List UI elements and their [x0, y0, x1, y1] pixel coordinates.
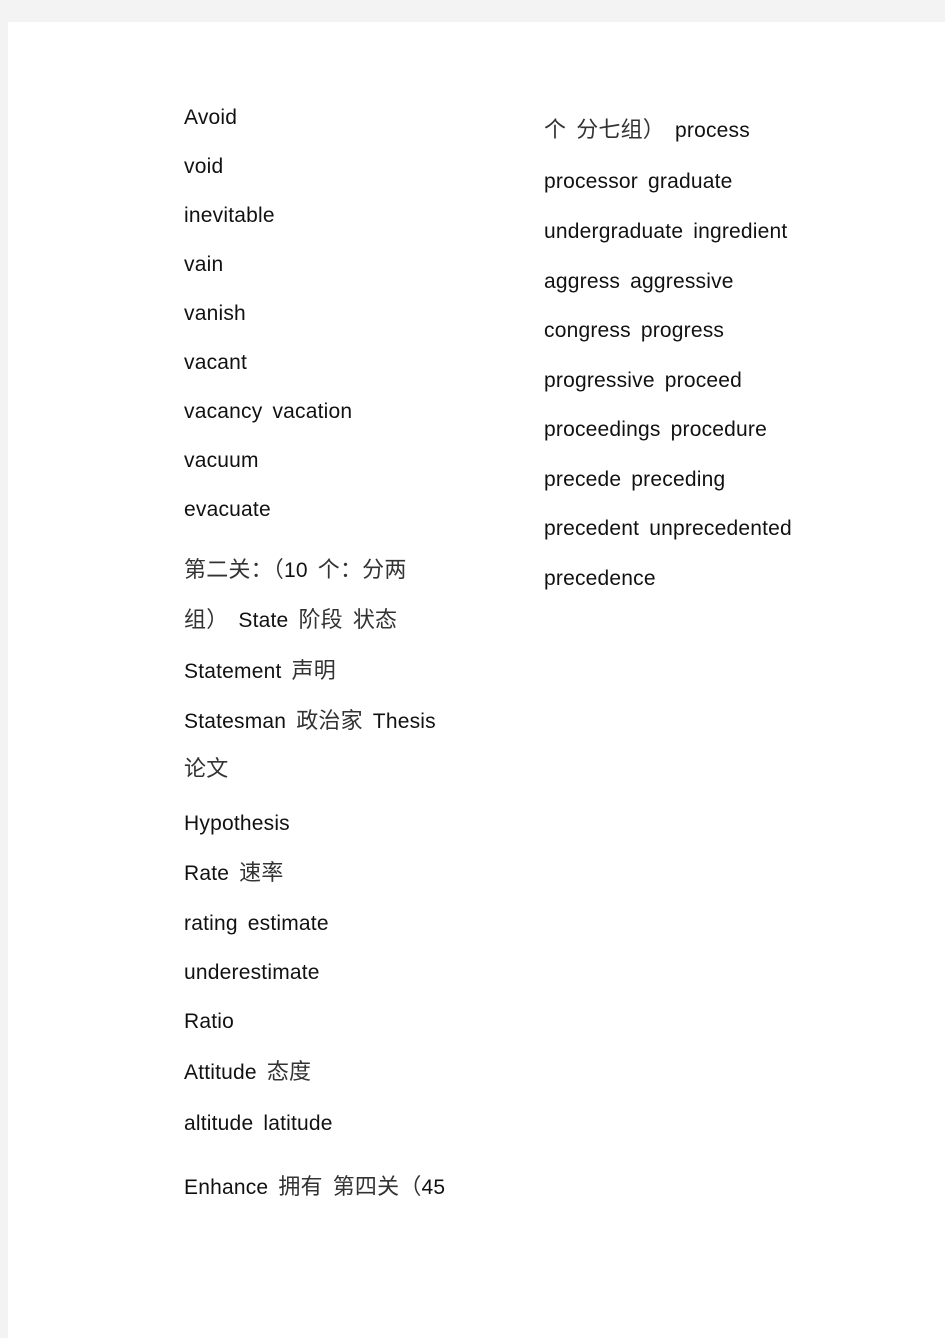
left-column-line: 组） State 阶段 状态 — [184, 608, 397, 634]
left-column-line: vanish — [184, 301, 246, 327]
chinese-text: 组） — [184, 608, 229, 633]
left-column-line: underestimate — [184, 960, 320, 986]
english-word: vanish — [184, 302, 246, 325]
english-word: precede — [544, 468, 622, 491]
chinese-text: 分七组） — [576, 118, 666, 143]
english-word: vacation — [272, 400, 353, 423]
chinese-text: 状态 — [352, 608, 398, 633]
chinese-text: 第二关：（ — [184, 558, 285, 583]
left-column-line: vacancy vacation — [184, 399, 352, 425]
english-word: altitude — [184, 1112, 254, 1135]
english-word: processor — [544, 170, 639, 193]
english-word: vacuum — [184, 449, 259, 472]
left-column-line: Statesman 政治家 Thesis — [184, 709, 436, 735]
english-word: undergraduate — [544, 220, 684, 243]
left-column-line: inevitable — [184, 203, 275, 229]
left-column-line: Attitude 态度 — [184, 1060, 311, 1086]
english-word: aggressive — [630, 270, 734, 293]
english-word: proceed — [664, 369, 743, 392]
english-word: precedence — [544, 567, 656, 590]
english-word: precedent — [544, 517, 640, 540]
english-word: vain — [184, 253, 224, 276]
left-column-line: Avoid — [184, 105, 237, 131]
left-column-line: Enhance 拥有 第四关（45 — [184, 1175, 445, 1201]
english-word: procedure — [670, 418, 767, 441]
left-column-line: altitude latitude — [184, 1111, 333, 1137]
english-word: 45 — [421, 1176, 446, 1199]
english-word: vacancy — [184, 400, 263, 423]
left-column-line: Ratio — [184, 1009, 234, 1035]
english-word: Avoid — [184, 106, 238, 129]
english-word: Ratio — [184, 1010, 235, 1033]
english-word: latitude — [263, 1112, 333, 1135]
english-word: Attitude — [184, 1061, 257, 1084]
english-word: process — [675, 119, 750, 142]
english-word: graduate — [648, 170, 733, 193]
chinese-text: 个 — [544, 118, 567, 143]
left-column-line: vacuum — [184, 448, 259, 474]
english-word: underestimate — [184, 961, 320, 984]
english-word: Rate — [184, 862, 230, 885]
chinese-text: 拥有 — [278, 1175, 323, 1200]
english-word: estimate — [247, 912, 329, 935]
chinese-text: 阶段 — [298, 608, 343, 633]
chinese-text: 论文 — [184, 757, 229, 782]
right-column-line: precedent unprecedented — [544, 516, 792, 542]
english-word: Enhance — [184, 1176, 269, 1199]
english-word: Statement — [184, 660, 282, 683]
chinese-text: 政治家 — [296, 709, 363, 734]
right-column-line: congress progress — [544, 318, 724, 344]
left-column-line: Hypothesis — [184, 811, 290, 837]
right-column-line: aggress aggressive — [544, 269, 734, 295]
english-word: unprecedented — [649, 517, 792, 540]
english-word: 10 — [284, 559, 308, 582]
english-word: rating — [184, 912, 238, 935]
english-word: preceding — [631, 468, 726, 491]
right-column-line: progressive proceed — [544, 368, 742, 394]
chinese-text: 速率 — [239, 861, 284, 886]
right-column-line: precede preceding — [544, 467, 725, 493]
english-word: State — [238, 609, 289, 632]
chinese-text: 声明 — [291, 659, 336, 684]
right-column-line: processor graduate — [544, 169, 733, 195]
left-column-line: vain — [184, 252, 223, 278]
english-word: ingredient — [693, 220, 788, 243]
document-page: Avoid void inevitable vain vanish vacant vacan… — [8, 22, 945, 1338]
left-column-line: Statement 声明 — [184, 659, 336, 685]
left-column-line: vacant — [184, 350, 247, 376]
english-word: progressive — [544, 369, 655, 392]
right-column-line: proceedings procedure — [544, 417, 767, 443]
chinese-text: 态度 — [266, 1060, 312, 1085]
chinese-text: 个：分两 — [317, 558, 407, 583]
left-column-line: evacuate — [184, 497, 271, 523]
english-word: progress — [640, 319, 725, 342]
chinese-text: 第四关（ — [332, 1175, 422, 1200]
right-column-line: 个分七组） process — [544, 118, 750, 144]
english-word: proceedings — [544, 418, 661, 441]
english-word: aggress — [544, 270, 621, 293]
left-column-line: rating estimate — [184, 911, 329, 937]
left-column-line: 第二关：（10 个：分两 — [184, 558, 407, 584]
english-word: Hypothesis — [184, 812, 290, 835]
right-column-line: undergraduate ingredient — [544, 219, 787, 245]
english-word: void — [184, 155, 224, 178]
english-word: vacant — [184, 351, 248, 374]
left-column-line: Rate 速率 — [184, 861, 284, 887]
left-column-line: void — [184, 154, 223, 180]
right-column-line: precedence — [544, 566, 656, 592]
english-word: inevitable — [184, 204, 275, 227]
english-word: Thesis — [372, 710, 436, 733]
english-word: Statesman — [184, 710, 287, 733]
english-word: evacuate — [184, 498, 271, 521]
left-column-line: 论文 — [184, 757, 228, 783]
english-word: congress — [544, 319, 631, 342]
